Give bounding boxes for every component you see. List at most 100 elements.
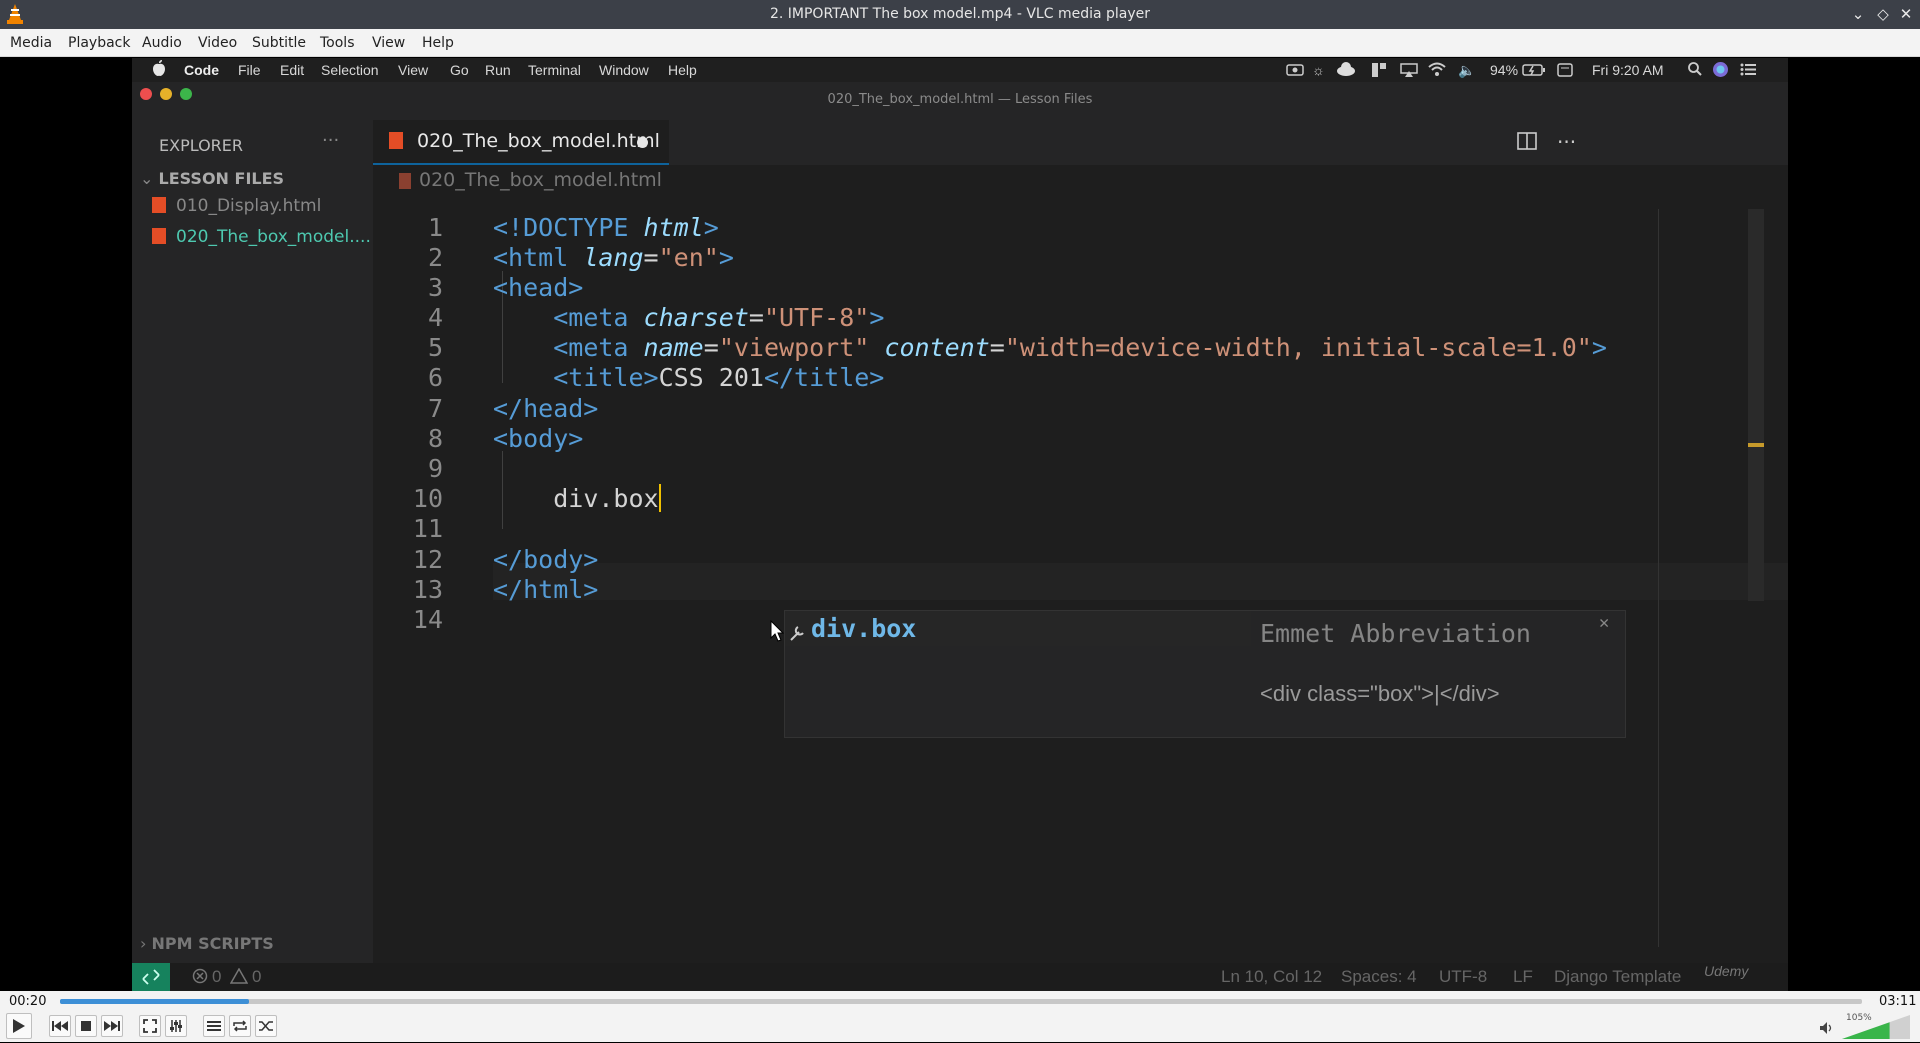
- end-of-line[interactable]: LF: [1513, 967, 1533, 987]
- menu-help[interactable]: Help: [422, 35, 454, 51]
- layout-icon: [1372, 63, 1386, 80]
- encoding[interactable]: UTF-8: [1439, 967, 1487, 987]
- html5-icon: [152, 197, 166, 213]
- menu-media[interactable]: Media: [10, 35, 52, 51]
- menu-view[interactable]: View: [372, 35, 405, 51]
- line-number: 13: [412, 575, 443, 604]
- html5-icon: [389, 132, 403, 149]
- extended-settings-button[interactable]: [165, 1015, 187, 1037]
- stop-button[interactable]: [75, 1015, 97, 1037]
- menu-playback[interactable]: Playback: [68, 35, 130, 51]
- playback-controls: 105%: [0, 1011, 1920, 1042]
- mac-menu-file: File: [238, 62, 261, 78]
- file-label: 010_Display.html: [176, 196, 322, 216]
- brightness-icon: ☼: [1312, 62, 1325, 78]
- line-number: 12: [412, 545, 443, 574]
- suggestion-item[interactable]: div.box: [785, 611, 1251, 646]
- code-editor[interactable]: 1 2 3 4 5 6 7 8 9 10 11 12 13 14 <!DOCTY…: [373, 197, 1788, 947]
- loop-button[interactable]: [229, 1015, 251, 1037]
- code-line: <meta name="viewport" content="width=dev…: [553, 333, 1607, 362]
- file-item-display[interactable]: 010_Display.html: [152, 196, 321, 216]
- indentation[interactable]: Spaces: 4: [1341, 967, 1417, 987]
- seek-progress: [60, 999, 250, 1004]
- warning-icon: [229, 967, 249, 989]
- spotlight-icon: [1688, 62, 1702, 79]
- explorer-sidebar: EXPLORER ··· ⌄ LESSON FILES 010_Display.…: [132, 120, 373, 991]
- line-number: 2: [427, 243, 443, 272]
- wrench-icon: [789, 619, 807, 648]
- error-count[interactable]: 0: [212, 967, 221, 987]
- folder-lesson-files[interactable]: ⌄ LESSON FILES: [140, 169, 284, 188]
- mac-menu-go: Go: [450, 62, 469, 78]
- code-line: <head>: [493, 273, 584, 302]
- remote-icon[interactable]: [132, 963, 170, 991]
- video-frame: Code File Edit Selection View Go Run Ter…: [132, 58, 1788, 991]
- menu-bar: Media Playback Audio Video Subtitle Tool…: [0, 29, 1920, 57]
- mac-menu-view: View: [398, 62, 429, 78]
- mac-menu-run: Run: [485, 62, 511, 78]
- shuffle-button[interactable]: [255, 1015, 277, 1037]
- mac-menu-terminal: Terminal: [528, 62, 581, 78]
- unsaved-dot-icon[interactable]: [637, 137, 648, 148]
- tab-label: 020_The_box_model.html: [417, 130, 660, 152]
- menu-tools[interactable]: Tools: [320, 35, 355, 51]
- text-cursor: [658, 484, 661, 512]
- siri-icon: [1712, 61, 1729, 81]
- menu-audio[interactable]: Audio: [142, 35, 182, 51]
- suggestion-details: Emmet Abbreviation <div class="box">|</d…: [1251, 611, 1625, 737]
- menu-video[interactable]: Video: [198, 35, 237, 51]
- close-details-icon[interactable]: ✕: [1599, 613, 1609, 633]
- warning-count[interactable]: 0: [252, 967, 261, 987]
- code-line: <html lang="en">: [493, 243, 734, 272]
- html5-icon: [399, 173, 411, 189]
- window-title: 2. IMPORTANT The box model.mp4 - VLC med…: [769, 6, 1151, 22]
- emmet-title: Emmet Abbreviation: [1260, 619, 1531, 648]
- battery-percent: 94%: [1490, 62, 1519, 78]
- code-line: </html>: [493, 575, 599, 604]
- code-line: </head>: [493, 394, 599, 423]
- mac-menu-selection: Selection: [321, 62, 379, 78]
- mac-menu-edit: Edit: [280, 62, 305, 78]
- line-number: 7: [427, 394, 443, 423]
- close-icon[interactable]: ✕: [1895, 3, 1917, 25]
- line-number: 11: [412, 514, 443, 543]
- previous-button[interactable]: [49, 1015, 71, 1037]
- code-line: <body>: [493, 424, 584, 453]
- video-area[interactable]: Code File Edit Selection View Go Run Ter…: [0, 58, 1920, 991]
- language-mode[interactable]: Django Template: [1554, 967, 1681, 987]
- playlist-button[interactable]: [203, 1015, 225, 1037]
- current-line-highlight: [493, 563, 1788, 600]
- seek-slider[interactable]: [60, 999, 1862, 1004]
- scrollbar[interactable]: [1748, 209, 1764, 601]
- line-number: 14: [412, 605, 443, 634]
- mac-menu-code: Code: [184, 62, 219, 78]
- fullscreen-button[interactable]: [139, 1015, 161, 1037]
- chevron-right-icon: ›: [140, 934, 152, 953]
- maximize-icon[interactable]: ◇: [1872, 3, 1894, 25]
- split-editor-icon[interactable]: [1517, 132, 1537, 154]
- play-button[interactable]: [6, 1013, 32, 1039]
- editor-more-icon[interactable]: ···: [1557, 130, 1576, 154]
- volume-icon[interactable]: [1819, 1020, 1835, 1039]
- npm-scripts-section[interactable]: › NPM SCRIPTS: [140, 934, 274, 953]
- explorer-title: EXPLORER: [159, 136, 243, 155]
- window-title-bar: 2. IMPORTANT The box model.mp4 - VLC med…: [0, 0, 1920, 29]
- next-button[interactable]: [101, 1015, 123, 1037]
- mac-clock: Fri 9:20 AM: [1592, 62, 1664, 78]
- volume-slider[interactable]: 105%: [1842, 1013, 1910, 1039]
- suggestion-widget: div.box Emmet Abbreviation <div class="b…: [784, 610, 1626, 738]
- line-number: 6: [427, 363, 443, 392]
- breadcrumb-file[interactable]: 020_The_box_model.html: [419, 169, 662, 191]
- file-item-box-model[interactable]: 020_The_box_model....: [152, 227, 371, 247]
- tab-box-model[interactable]: 020_The_box_model.html: [373, 120, 669, 165]
- elapsed-time: 00:20: [9, 994, 47, 1009]
- line-number: 8: [427, 424, 443, 453]
- minimize-light-icon: [160, 88, 172, 100]
- cursor-position[interactable]: Ln 10, Col 12: [1221, 967, 1322, 987]
- menu-subtitle[interactable]: Subtitle: [252, 35, 306, 51]
- apple-icon: [152, 60, 166, 80]
- minimize-icon[interactable]: ⌄: [1847, 3, 1869, 25]
- line-number: 1: [427, 213, 443, 242]
- code-line: <meta charset="UTF-8">: [553, 303, 885, 332]
- screen-record-icon: [1286, 63, 1304, 80]
